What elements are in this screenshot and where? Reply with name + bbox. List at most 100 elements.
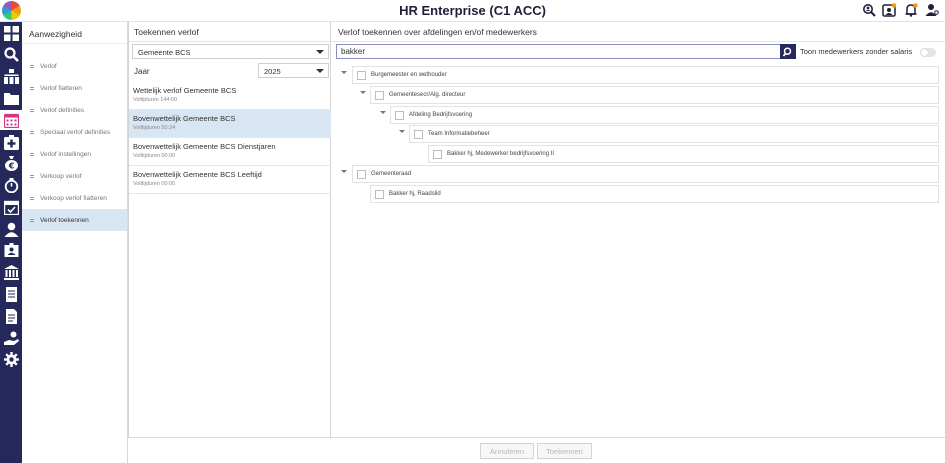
tree-checkbox[interactable] bbox=[375, 90, 384, 100]
leave-type-name: Bovenwettelijk Gemeente BCS Leeftijd bbox=[133, 170, 262, 179]
menu-item-verlof-instellingen[interactable]: Verlof instellingen bbox=[22, 143, 127, 165]
bank-icon[interactable] bbox=[3, 264, 19, 280]
leave-type-hours: Volltijduren 00:00 bbox=[133, 153, 176, 159]
menu-icon bbox=[30, 174, 34, 178]
search-user-icon[interactable] bbox=[861, 2, 876, 17]
tree-node[interactable]: Gemeentesecr/Alg. directeur bbox=[370, 86, 939, 104]
tree-node-label: Burgemeester en wethouder bbox=[371, 72, 447, 78]
list-item[interactable]: Bovenwettelijk Gemeente BCS Volltijduren… bbox=[129, 110, 331, 138]
search-input-value: bakker bbox=[341, 47, 366, 56]
user-settings-icon[interactable] bbox=[924, 2, 939, 17]
org-chart-icon[interactable] bbox=[3, 68, 19, 84]
menu-icon bbox=[30, 196, 34, 200]
show-no-salary-toggle[interactable] bbox=[920, 48, 936, 57]
tree-checkbox[interactable] bbox=[375, 189, 384, 199]
menu-item-verlof-toekennen[interactable]: Verlof toekennen bbox=[22, 209, 127, 231]
year-select-value: 2025 bbox=[264, 67, 281, 76]
tree-checkbox[interactable] bbox=[414, 129, 423, 139]
scheme-select-value: Gemeente BCS bbox=[138, 48, 191, 57]
document-icon[interactable] bbox=[3, 286, 19, 302]
search-icon bbox=[783, 46, 792, 57]
submenu-panel: Aanwezigheid Verlof Verlof fiatteren Ver… bbox=[22, 22, 128, 463]
tree-node[interactable]: Burgemeester en wethouder bbox=[352, 66, 939, 84]
tree-node[interactable]: Afdeling Bedrijfsvoering bbox=[390, 106, 939, 124]
expand-arrow-icon[interactable] bbox=[341, 71, 347, 74]
expand-arrow-icon[interactable] bbox=[360, 91, 366, 94]
list-item[interactable]: Bovenwettelijk Gemeente BCS Leeftijd Vol… bbox=[129, 166, 331, 194]
expand-arrow-icon[interactable] bbox=[399, 130, 405, 133]
tree-checkbox[interactable] bbox=[357, 70, 366, 80]
id-card-icon[interactable] bbox=[3, 242, 19, 258]
list-item[interactable]: Bovenwettelijk Gemeente BCS Dienstjaren … bbox=[129, 138, 331, 166]
menu-item-speciaal-verlof-definities[interactable]: Speciaal verlof definities bbox=[22, 121, 127, 143]
bell-icon[interactable] bbox=[903, 2, 918, 17]
footer-bar: Annuleren Toekennen bbox=[128, 437, 945, 463]
document-list-icon[interactable] bbox=[3, 308, 19, 324]
menu-item-label: Verlof instellingen bbox=[40, 150, 91, 158]
top-icons bbox=[861, 2, 939, 17]
hand-user-icon[interactable] bbox=[3, 330, 19, 346]
search-button[interactable] bbox=[780, 44, 796, 59]
menu-icon bbox=[30, 86, 34, 90]
medical-icon[interactable] bbox=[3, 134, 19, 150]
calendar-check-icon[interactable] bbox=[3, 199, 19, 215]
menu-item-verlof-fiatteren[interactable]: Verlof fiatteren bbox=[22, 77, 127, 99]
tree-node[interactable]: Bakker hj, Medewerker bedrijfsvoering II bbox=[428, 145, 939, 163]
leave-type-list: Wettelijk verlof Gemeente BCS Volltjdure… bbox=[129, 82, 331, 194]
chevron-down-icon bbox=[316, 69, 324, 73]
panel-header: Toekennen verlof bbox=[129, 22, 330, 42]
list-item[interactable]: Wettelijk verlof Gemeente BCS Volltjdure… bbox=[129, 82, 331, 110]
refresh-user-icon[interactable] bbox=[882, 2, 897, 17]
menu-icon bbox=[30, 64, 34, 68]
menu-item-verlof-definities[interactable]: Verlof definities bbox=[22, 99, 127, 121]
tree-checkbox[interactable] bbox=[433, 149, 442, 159]
tree-node[interactable]: Bakker hj, Raadslid bbox=[370, 185, 939, 203]
grant-button[interactable]: Toekennen bbox=[537, 443, 592, 459]
assign-panel: Verlof toekennen over afdelingen en/of m… bbox=[332, 22, 945, 437]
tree-node-label: Gemeenteraad bbox=[371, 171, 412, 177]
tree-checkbox[interactable] bbox=[357, 169, 366, 179]
year-select[interactable]: 2025 bbox=[258, 63, 329, 78]
expand-arrow-icon[interactable] bbox=[341, 170, 347, 173]
menu-item-label: Verlof definities bbox=[40, 106, 85, 114]
icon-rail: € bbox=[0, 22, 22, 463]
gear-icon[interactable] bbox=[3, 351, 19, 367]
leave-type-name: Bovenwettelijk Gemeente BCS bbox=[133, 114, 236, 123]
menu-icon bbox=[30, 108, 34, 112]
folder-icon[interactable] bbox=[3, 90, 19, 106]
toggle-label: Toon medewerkers zonder salaris bbox=[800, 47, 913, 56]
svg-text:€: € bbox=[7, 161, 14, 170]
menu-icon bbox=[30, 130, 34, 134]
tree-node-label: Bakker hj, Medewerker bedrijfsvoering II bbox=[447, 151, 555, 157]
money-bag-icon[interactable]: € bbox=[3, 155, 19, 171]
year-label: Jaar bbox=[134, 67, 150, 76]
menu-item-label: Verlof bbox=[40, 62, 57, 70]
menu-icon bbox=[30, 218, 34, 222]
chevron-down-icon bbox=[316, 50, 324, 54]
expand-arrow-icon[interactable] bbox=[380, 111, 386, 114]
app-title: HR Enterprise (C1 ACC) bbox=[399, 3, 546, 18]
toggle-knob bbox=[921, 49, 928, 56]
tree-node-label: Gemeentesecr/Alg. directeur bbox=[389, 92, 466, 98]
tree-node[interactable]: Team Informatiebeheer bbox=[409, 125, 939, 143]
menu-item-verlof[interactable]: Verlof bbox=[22, 55, 127, 77]
grid-icon[interactable] bbox=[3, 25, 19, 41]
search-icon[interactable] bbox=[3, 46, 19, 62]
leave-type-panel: Toekennen verlof Gemeente BCS Jaar 2025 … bbox=[128, 22, 331, 437]
tree-node[interactable]: Gemeenteraad bbox=[352, 165, 939, 183]
scheme-select[interactable]: Gemeente BCS bbox=[132, 44, 329, 59]
search-input[interactable]: bakker bbox=[336, 44, 796, 59]
user-icon[interactable] bbox=[3, 221, 19, 237]
tree-node-label: Bakker hj, Raadslid bbox=[389, 191, 441, 197]
timer-icon[interactable] bbox=[3, 177, 19, 193]
menu-item-label: Verlof fiatteren bbox=[40, 84, 82, 92]
cancel-button[interactable]: Annuleren bbox=[480, 443, 534, 459]
calendar-icon[interactable] bbox=[0, 110, 22, 130]
tree-node-label: Afdeling Bedrijfsvoering bbox=[409, 112, 473, 118]
menu-icon bbox=[30, 152, 34, 156]
menu-item-verkoop-verlof-fiatteren[interactable]: Verkoop verlof fiatteren bbox=[22, 187, 127, 209]
leave-type-name: Wettelijk verlof Gemeente BCS bbox=[133, 86, 237, 95]
tree-checkbox[interactable] bbox=[395, 110, 404, 120]
menu-item-verkoop-verlof[interactable]: Verkoop verlof bbox=[22, 165, 127, 187]
leave-type-hours: Volltjduren 144:00 bbox=[133, 97, 178, 103]
